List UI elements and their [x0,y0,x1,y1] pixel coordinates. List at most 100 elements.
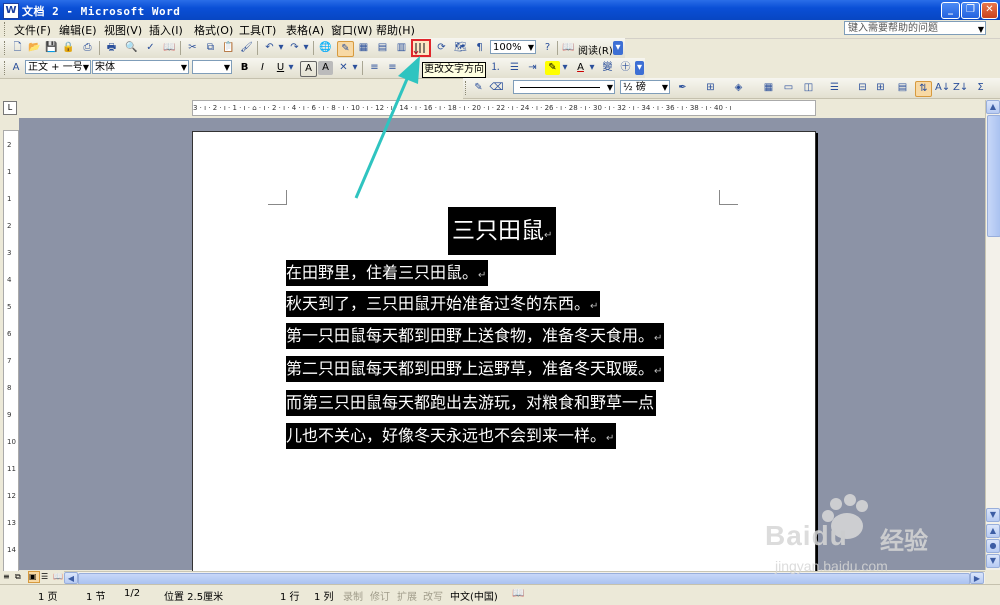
read-mode-icon[interactable]: 📖 [561,41,576,55]
status-extend[interactable]: 扩展 [397,588,417,603]
redo-icon[interactable]: ↷ [287,41,302,55]
undo-icon[interactable]: ↶ [262,41,277,55]
spelling-icon[interactable]: ✓ [143,41,158,55]
tab-selector-icon[interactable]: L [3,101,17,115]
scroll-left-icon[interactable]: ◀ [64,572,78,584]
increase-indent-icon[interactable]: ⇥ [525,61,540,75]
maximize-button[interactable]: ❐ [961,2,980,19]
format-painter-icon[interactable]: 🖌 [239,41,254,55]
distribute-columns-icon[interactable]: ⊞ [873,81,888,95]
zoom-select[interactable]: 100% ▼ [490,40,536,54]
line-style-select[interactable]: ▼ [513,80,615,94]
style-select[interactable]: 正文 + 一号 ▼ [25,60,91,74]
show-hide-icon[interactable]: ¶ [472,41,487,55]
open-folder-icon[interactable]: 📂 [27,41,42,55]
shading-color-icon[interactable]: ◈ [731,81,746,95]
toolbar-grip[interactable] [4,41,8,55]
status-revise[interactable]: 修订 [370,588,390,603]
toolbar-options-icon[interactable]: ▾ [635,61,644,75]
menu-tools[interactable]: 工具(T) [239,22,276,38]
chevron-down-icon[interactable]: ▼ [181,61,187,75]
insert-table-icon[interactable]: ▦ [761,81,776,95]
next-page-icon[interactable]: ▼ [986,554,1000,568]
previous-page-icon[interactable]: ▲ [986,524,1000,538]
numbering-icon[interactable]: ⒈ [488,61,503,75]
document-line[interactable]: 第二只田鼠每天都到田野上运野草，准备冬天取暖。↵ [286,356,665,382]
vertical-scrollbar[interactable]: ▲ ▼ ▲ ● ▼ [985,100,1000,570]
font-color-icon[interactable]: A [573,61,588,75]
scroll-right-icon[interactable]: ▶ [970,572,984,584]
normal-view-icon[interactable]: ≡ [3,572,15,583]
enclose-characters-icon[interactable]: ㊉ [618,61,633,75]
permission-icon[interactable]: 🔒 [61,41,76,55]
drawing-icon[interactable]: ⟳ [434,41,449,55]
print-icon[interactable]: ⎙ [80,41,95,55]
font-color-dropdown-icon[interactable]: ▾ [588,61,596,75]
menu-file[interactable]: 文件(F) [14,22,51,38]
sort-descending-icon[interactable]: Z↓ [953,81,968,95]
minimize-button[interactable]: _ [941,2,960,19]
autosum-icon[interactable]: Σ [973,81,988,95]
save-icon[interactable]: 💾 [44,41,59,55]
menu-grip[interactable] [4,22,8,36]
document-line[interactable]: 第一只田鼠每天都到田野上送食物，准备冬天食用。↵ [286,323,665,349]
eraser-icon[interactable]: ⌫ [489,81,504,95]
copy-icon[interactable]: ⧉ [203,41,218,55]
toolbar-grip[interactable] [4,61,8,75]
select-browse-object-icon[interactable]: ● [986,539,1000,553]
chevron-down-icon[interactable]: ▼ [607,81,613,95]
help-icon[interactable]: ? [540,41,555,55]
table-autoformat-icon[interactable]: ▤ [895,81,910,95]
underline-dropdown-icon[interactable]: ▾ [287,61,295,75]
merge-cells-icon[interactable]: ▭ [781,81,796,95]
menu-insert[interactable]: 插入(I) [149,22,183,38]
bullets-icon[interactable]: ☰ [507,61,522,75]
spelling-status-icon[interactable]: 📖 [512,588,524,599]
new-document-icon[interactable]: 🗋 [10,41,25,55]
borders-icon[interactable]: ⊞ [703,81,718,95]
chevron-down-icon[interactable]: ▼ [528,41,534,55]
highlight-icon[interactable]: ✎ [545,61,560,75]
chevron-down-icon[interactable]: ▼ [83,61,89,75]
split-cells-icon[interactable]: ◫ [801,81,816,95]
italic-icon[interactable]: I [255,61,270,75]
align-icon[interactable]: ☰ [827,81,842,95]
vertical-ruler[interactable]: 2 1 1 2 3 4 5 6 7 8 9 10 11 12 13 14 [3,130,19,572]
print-preview-icon[interactable]: 🖶 [104,41,119,55]
menu-edit[interactable]: 编辑(E) [59,22,97,38]
menu-window[interactable]: 窗口(W) [331,22,372,38]
text-direction-toggle-icon[interactable]: ⇅ [915,81,932,97]
reading-layout-icon[interactable]: 📖 [53,572,63,583]
sort-ascending-icon[interactable]: A↓ [935,81,950,95]
document-map-icon[interactable]: 🗺 [453,41,468,55]
line-weight-select[interactable]: ½ 磅 ▼ [620,80,670,94]
toolbar-grip[interactable] [465,81,469,95]
font-size-select[interactable]: ▼ [192,60,232,74]
insert-excel-icon[interactable]: ▤ [375,41,390,55]
bold-icon[interactable]: B [237,61,252,75]
character-scaling-icon[interactable]: ✕ [336,61,351,75]
underline-icon[interactable]: U [273,61,288,75]
character-border-icon[interactable]: A [300,61,317,77]
distribute-rows-icon[interactable]: ⊟ [855,81,870,95]
web-layout-icon[interactable]: ⧉ [15,572,27,583]
horizontal-ruler[interactable]: 3 · ı · 2 · ı · 1 · ı · ⌂ · ı · 2 · ı · … [192,100,816,116]
scroll-down-icon[interactable]: ▼ [986,508,1000,522]
cut-icon[interactable]: ✂ [185,41,200,55]
status-record[interactable]: 录制 [343,588,363,603]
scroll-up-icon[interactable]: ▲ [986,100,1000,114]
undo-dropdown-icon[interactable]: ▾ [277,41,285,55]
menu-view[interactable]: 视图(V) [104,22,142,38]
print-layout-icon[interactable]: ▣ [28,571,40,583]
toolbar-options-icon[interactable]: ▾ [613,41,623,55]
read-mode-label[interactable]: 阅读(R) [578,42,613,57]
border-color-icon[interactable]: ✒ [675,81,690,95]
close-button[interactable]: ✕ [981,2,998,19]
styles-pane-icon[interactable]: A [9,61,23,75]
scroll-thumb[interactable] [987,115,1000,237]
insert-table-icon[interactable]: ▦ [356,41,371,55]
help-search-input[interactable]: 键入需要帮助的问题 ▼ [844,21,986,35]
chevron-down-icon[interactable]: ▼ [662,81,668,95]
hyperlink-icon[interactable]: 🌐 [318,41,333,55]
document-line[interactable]: 在田野里，住着三只田鼠。↵ [286,260,489,286]
